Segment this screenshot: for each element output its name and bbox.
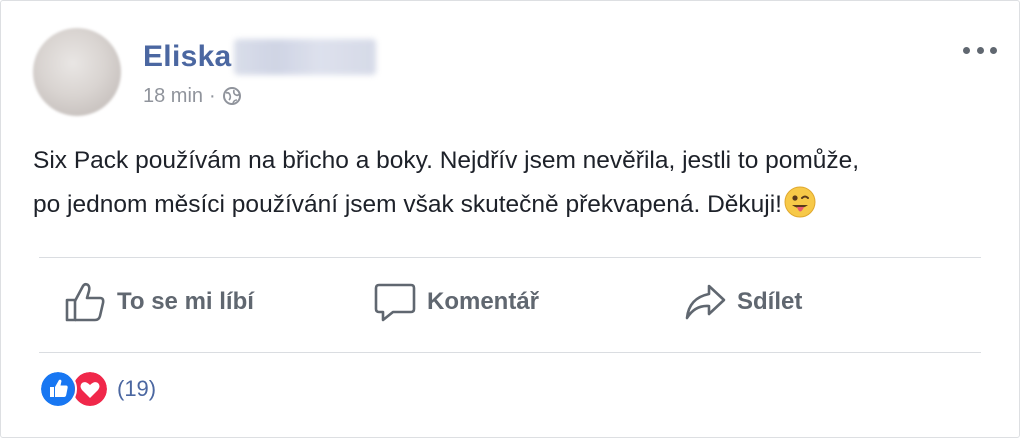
- post-text-line: Six Pack používám na břicho a boky. Nejd…: [33, 147, 860, 174]
- more-dot: [990, 46, 997, 54]
- author-header: Eliska: [143, 37, 376, 77]
- post-text: Six Pack používám na břicho a boky. Nejd…: [33, 139, 993, 227]
- like-label: To se mi líbí: [117, 288, 254, 315]
- redacted-surname: [233, 39, 376, 75]
- share-label: Sdílet: [737, 288, 803, 315]
- thumbs-up-icon: [65, 282, 105, 322]
- share-button[interactable]: Sdílet: [683, 277, 802, 327]
- post-text-line-2: po jednom měsíci používání jsem však sku…: [33, 183, 993, 227]
- action-bar: To se mi líbí Komentář Sdílet: [39, 259, 981, 351]
- divider-bottom: [39, 352, 981, 353]
- comment-icon: [374, 283, 416, 322]
- more-options-icon[interactable]: [963, 41, 997, 59]
- tongue-out-emoji-icon: [784, 186, 816, 218]
- post-meta: 18 min ·: [143, 85, 242, 107]
- divider-top: [39, 257, 981, 258]
- more-dot: [963, 46, 970, 54]
- post-timestamp[interactable]: 18 min: [143, 85, 203, 108]
- globe-icon[interactable]: [222, 86, 242, 106]
- share-icon: [685, 284, 726, 320]
- post-card: Eliska 18 min · Six Pack používám na bři…: [0, 0, 1020, 438]
- more-dot: [976, 46, 984, 54]
- meta-separator: ·: [209, 84, 216, 107]
- reaction-count[interactable]: (19): [117, 376, 156, 402]
- post-text-line: po jednom měsíci používání jsem však sku…: [33, 191, 782, 218]
- comment-button[interactable]: Komentář: [373, 277, 539, 327]
- reactions-summary[interactable]: (19): [39, 369, 156, 409]
- comment-label: Komentář: [427, 288, 540, 315]
- like-reaction-icon: [39, 370, 77, 408]
- author-name[interactable]: Eliska: [143, 40, 232, 74]
- avatar[interactable]: [33, 28, 121, 116]
- like-button[interactable]: To se mi líbí: [63, 277, 254, 327]
